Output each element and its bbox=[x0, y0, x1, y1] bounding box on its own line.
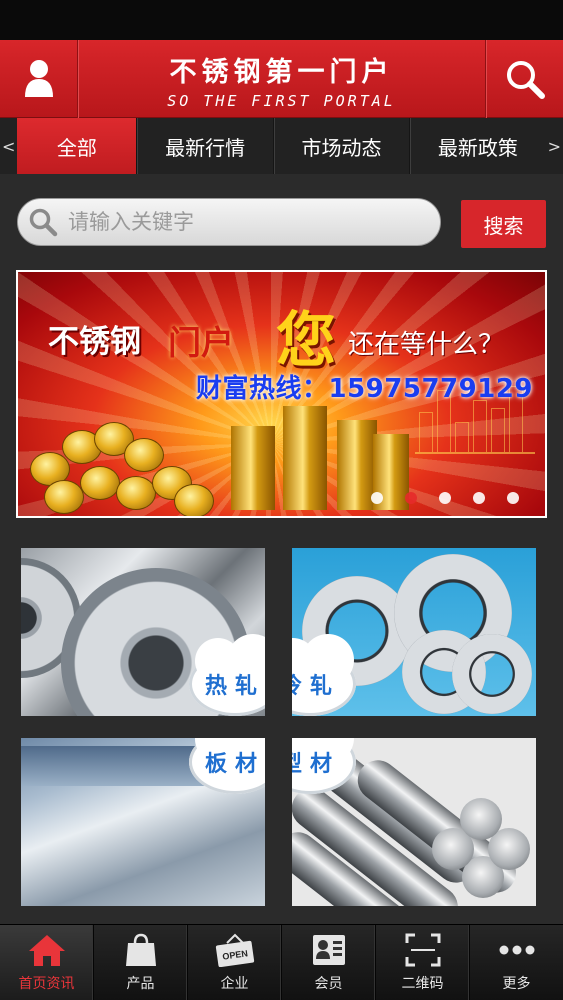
search-box bbox=[17, 198, 441, 246]
banner-dot[interactable] bbox=[371, 492, 383, 504]
search-row: 搜索 bbox=[0, 174, 563, 266]
tab-all[interactable]: 全部 bbox=[17, 118, 137, 174]
tabbar-item-home-news[interactable]: 首页资讯 bbox=[0, 925, 94, 1000]
category-hot-rolled[interactable]: 热轧 bbox=[21, 548, 265, 716]
tabbar-label: 产品 bbox=[126, 975, 155, 992]
tabbar-item-companies[interactable]: OPEN 企业 bbox=[188, 925, 282, 1000]
tabbar-label: 企业 bbox=[220, 975, 249, 992]
tabs-next-arrow[interactable]: > bbox=[546, 118, 563, 174]
app-header: 不锈钢第一门户 SO THE FIRST PORTAL bbox=[0, 40, 563, 118]
search-input[interactable] bbox=[68, 210, 408, 234]
tab-market-news[interactable]: 市场动态 bbox=[272, 118, 409, 174]
category-profile[interactable]: 型材 bbox=[292, 738, 536, 906]
more-icon bbox=[498, 933, 536, 967]
banner-text-portal: 门户 bbox=[168, 323, 234, 362]
banner-dot[interactable] bbox=[507, 492, 519, 504]
category-tabs: < 全部 最新行情 市场动态 最新政策 > bbox=[0, 118, 563, 174]
promo-banner[interactable]: 不锈钢 门户 您 还在等什么？ 财富热线：15975779129 bbox=[16, 270, 547, 518]
tabbar-label: 会员 bbox=[314, 975, 343, 992]
banner-text-stainless: 不锈钢 bbox=[48, 324, 141, 360]
tabbar-item-members[interactable]: 会员 bbox=[282, 925, 376, 1000]
category-plate[interactable]: 板材 bbox=[21, 738, 265, 906]
home-icon bbox=[27, 933, 67, 967]
tabbar-item-qr-code[interactable]: 二维码 bbox=[376, 925, 470, 1000]
tabs-prev-arrow[interactable]: < bbox=[0, 118, 17, 174]
user-button[interactable] bbox=[0, 40, 78, 118]
tabbar-item-products[interactable]: 产品 bbox=[94, 925, 188, 1000]
brand-title: 不锈钢第一门户 bbox=[169, 57, 394, 88]
status-bar bbox=[0, 0, 563, 40]
tabbar-item-more[interactable]: 更多 bbox=[470, 925, 563, 1000]
search-submit-button[interactable]: 搜索 bbox=[461, 200, 546, 248]
tabbar-label: 首页资讯 bbox=[18, 975, 75, 992]
category-label-hot-rolled: 热轧 bbox=[204, 673, 265, 699]
tab-latest-policy[interactable]: 最新政策 bbox=[409, 118, 545, 174]
tabbar-label: 二维码 bbox=[401, 975, 444, 992]
category-cold-rolled[interactable]: 冷轧 bbox=[292, 548, 536, 716]
tabbar-label: 更多 bbox=[502, 975, 531, 992]
gold-coins-image bbox=[24, 422, 214, 516]
header-search-button[interactable] bbox=[485, 40, 563, 118]
banner-text-you: 您 bbox=[276, 306, 336, 376]
banner-dot-active[interactable] bbox=[405, 492, 417, 504]
open-sign-icon: OPEN bbox=[214, 933, 256, 967]
category-label-plate: 板材 bbox=[204, 751, 265, 777]
bottom-tab-bar: 首页资讯 产品 OPEN 企业 会员 二维码 更多 bbox=[0, 924, 563, 1000]
tab-latest-quotes[interactable]: 最新行情 bbox=[136, 118, 272, 174]
category-label-profile: 型材 bbox=[292, 751, 340, 777]
member-card-icon bbox=[311, 933, 347, 967]
qr-scan-icon bbox=[405, 933, 441, 967]
banner-dot[interactable] bbox=[439, 492, 451, 504]
brand: 不锈钢第一门户 SO THE FIRST PORTAL bbox=[80, 40, 483, 118]
banner-dot[interactable] bbox=[473, 492, 485, 504]
banner-pagination bbox=[371, 492, 519, 504]
user-icon bbox=[24, 60, 53, 97]
category-label-cold-rolled: 冷轧 bbox=[292, 673, 340, 699]
label-cloud: 冷轧 bbox=[292, 634, 356, 716]
search-icon bbox=[506, 61, 545, 99]
shopping-bag-icon bbox=[125, 933, 157, 967]
search-icon bbox=[18, 207, 68, 237]
banner-text-waiting: 还在等什么？ bbox=[348, 330, 505, 360]
brand-subtitle: SO THE FIRST PORTAL bbox=[167, 92, 396, 110]
